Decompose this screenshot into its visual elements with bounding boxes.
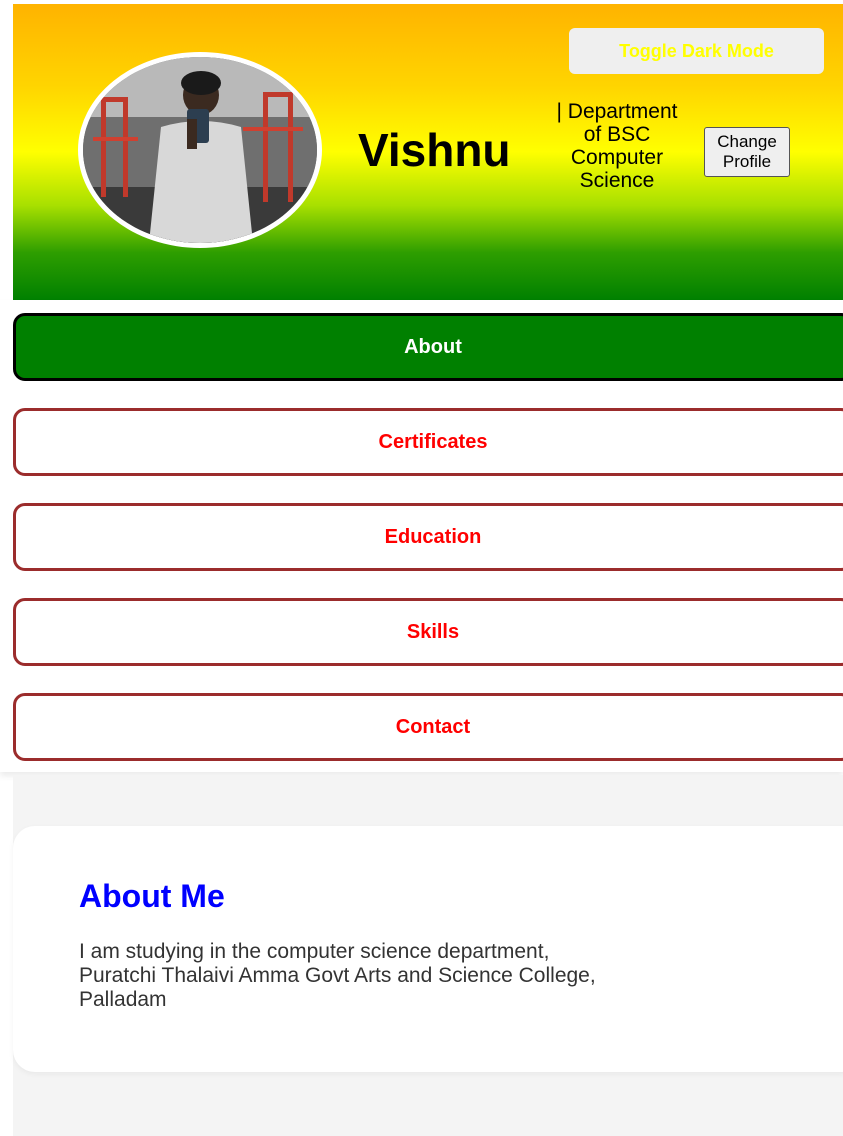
nav-skills-button[interactable]: Skills	[13, 598, 843, 666]
profile-header: Toggle Dark Mode Vishnu | Department of …	[13, 4, 843, 300]
about-line: Palladam	[79, 988, 167, 1011]
department-line: Computer	[570, 146, 664, 169]
nav-education-button[interactable]: Education	[13, 503, 843, 571]
profile-name: Vishnu	[358, 124, 511, 176]
department-line: Science	[579, 169, 655, 192]
about-title: About Me	[79, 878, 225, 914]
change-profile-label-line: Change	[717, 132, 777, 151]
nav-certificates-button[interactable]: Certificates	[13, 408, 843, 476]
about-line: I am studying in the computer science de…	[79, 940, 550, 963]
department-line: | Department	[556, 100, 678, 123]
about-line: Puratchi Thalaivi Amma Govt Arts and Sci…	[79, 964, 596, 987]
page: Toggle Dark Mode Vishnu | Department of …	[0, 0, 843, 1136]
toggle-dark-mode-button[interactable]: Toggle Dark Mode	[569, 28, 824, 74]
nav-about-button[interactable]: About	[13, 313, 843, 381]
profile-photo	[83, 57, 317, 243]
department-text: | Department of BSC Computer Science	[535, 100, 699, 192]
profile-avatar	[78, 52, 322, 248]
nav-contact-button[interactable]: Contact	[13, 693, 843, 761]
change-profile-button[interactable]: Change Profile	[704, 127, 790, 177]
department-line: of BSC	[583, 123, 651, 146]
change-profile-label-line: Profile	[722, 152, 772, 171]
about-description: I am studying in the computer science de…	[79, 940, 819, 1012]
